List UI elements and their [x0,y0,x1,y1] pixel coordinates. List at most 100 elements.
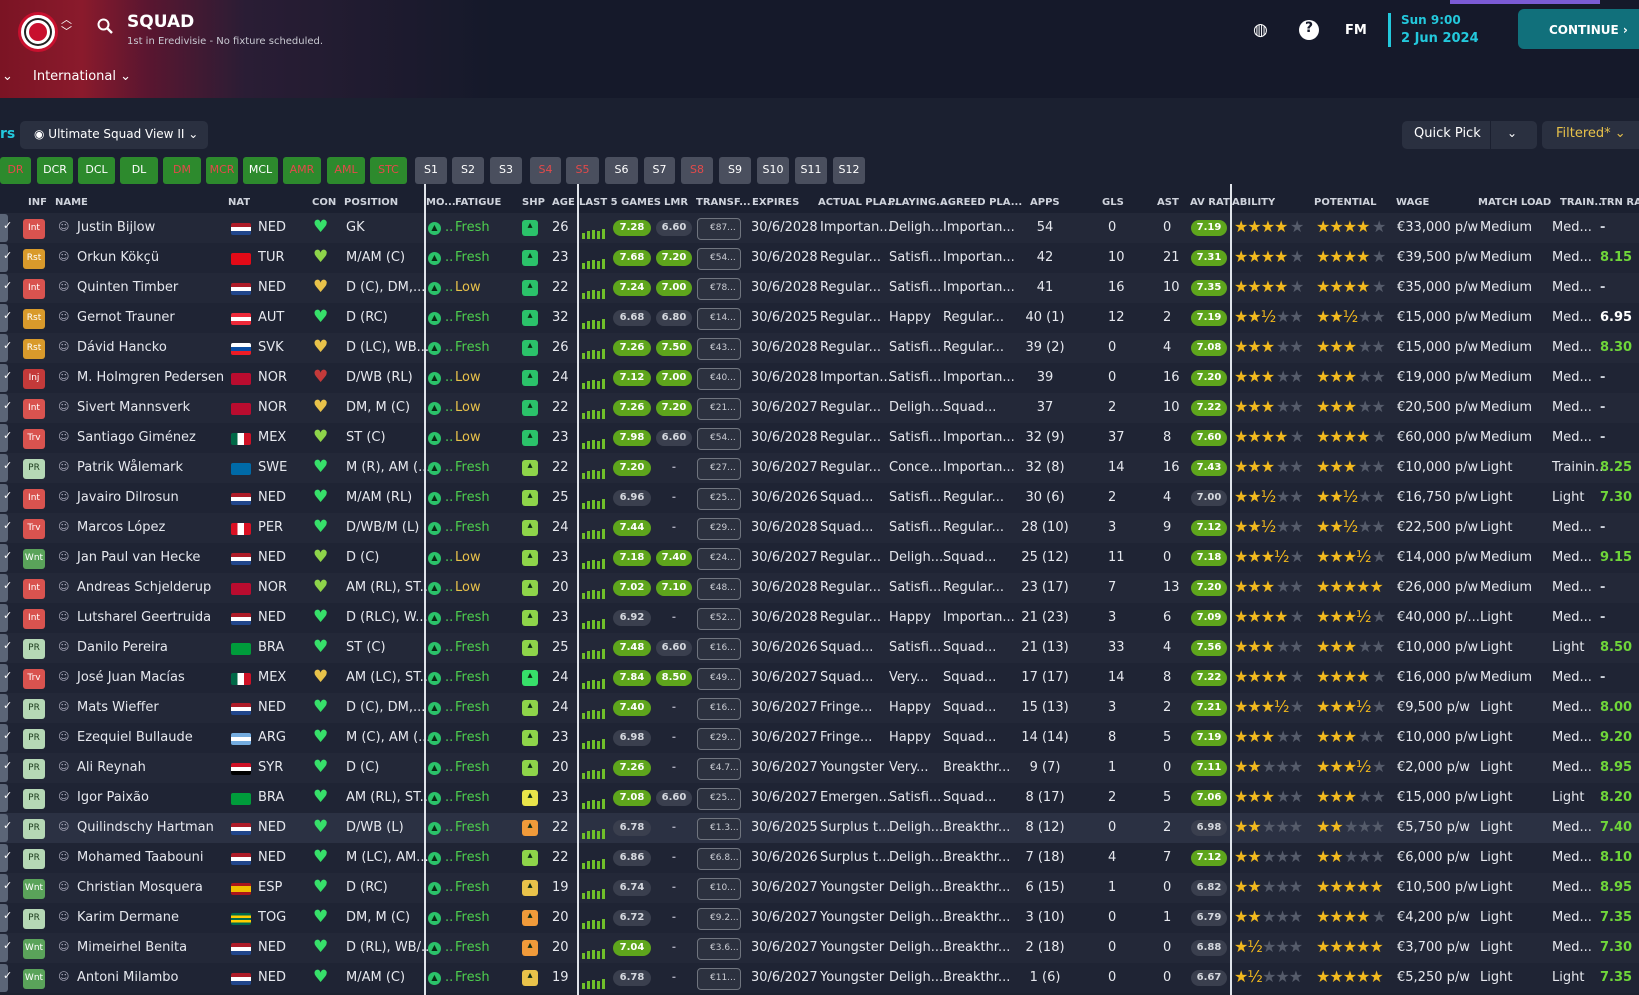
player-name[interactable]: Quilindschy Hartman [77,820,214,835]
table-row[interactable]: ✓ PR ☺ Ezequiel Bullaude ARG ♥ M (C), AM (... ▲… [0,723,1639,753]
transfer-value[interactable]: €9.2... [697,908,741,930]
nav-international[interactable]: International ⌄ [33,69,131,84]
position-button-dr[interactable]: DR [0,157,31,184]
position-button-s10[interactable]: S10 [757,157,789,184]
column-header-actual-pla[interactable]: ACTUAL PLA... [818,197,898,208]
player-name[interactable]: Jan Paul van Hecke [77,550,200,565]
player-name[interactable]: Santiago Giménez [77,430,196,445]
position-button-s1[interactable]: S1 [415,157,447,184]
column-header-position[interactable]: POSITION [344,197,398,208]
column-header-name[interactable]: NAME [55,197,88,208]
table-row[interactable]: ✓ Int ☺ Sivert Mannsverk NOR ♥ DM, M (C) ▲.. Low… [0,393,1639,423]
table-row[interactable]: ✓ Rst ☺ Dávid Hancko SVK ♥ D (LC), WB... ▲.. Fre… [0,333,1639,363]
player-name[interactable]: Ali Reynah [77,760,146,775]
transfer-value[interactable]: €25... [697,788,741,810]
position-button-amr[interactable]: AMR [283,157,321,184]
player-name[interactable]: Igor Paixão [77,790,149,805]
player-name[interactable]: Patrik Wålemark [77,460,183,475]
transfer-value[interactable]: €3.6... [697,938,741,960]
table-row[interactable]: ✓ Int ☺ Andreas Schjelderup NOR ♥ AM (RL), ST.… [0,573,1639,603]
column-header-shp[interactable]: SHP [522,197,545,208]
table-row[interactable]: ✓ PR ☺ Quilindschy Hartman NED ♥ D/WB (L) ▲.. Fr… [0,813,1639,843]
transfer-value[interactable]: €21... [697,398,741,420]
transfer-value[interactable]: €40... [697,368,741,390]
table-row[interactable]: ✓ PR ☺ Patrik Wålemark SWE ♥ M (R), AM (... ▲..… [0,453,1639,483]
player-name[interactable]: Gernot Trauner [77,310,175,325]
position-button-dcl[interactable]: DCL [78,157,115,184]
transfer-value[interactable]: €27... [697,458,741,480]
table-row[interactable]: ✓ Trv ☺ Santiago Giménez MEX ♥ ST (C) ▲.. Low ▴ 23… [0,423,1639,453]
player-name[interactable]: Christian Mosquera [77,880,203,895]
column-header-lmr[interactable]: LMR [664,197,688,208]
position-button-s9[interactable]: S9 [719,157,751,184]
column-header-gls[interactable]: GLS [1102,197,1124,208]
table-row[interactable]: ✓ PR ☺ Karim Dermane TOG ♥ DM, M (C) ▲.. Fresh ▴ 2… [0,903,1639,933]
position-button-mcr[interactable]: MCR [206,157,238,184]
player-name[interactable]: Sivert Mannsverk [77,400,190,415]
position-button-dcr[interactable]: DCR [37,157,73,184]
position-button-s2[interactable]: S2 [452,157,484,184]
table-row[interactable]: ✓ Wnt ☺ Mimeirhel Benita NED ♥ D (RL), WB/... ▲… [0,933,1639,963]
column-header-age[interactable]: AGE [552,197,575,208]
table-row[interactable]: ✓ Int ☺ Lutsharel Geertruida NED ♥ D (RLC), W.… [0,603,1639,633]
player-name[interactable]: Mimeirhel Benita [77,940,187,955]
column-header-ability[interactable]: ABILITY [1232,197,1275,208]
transfer-value[interactable]: €24... [697,548,741,570]
transfer-value[interactable]: €11... [697,968,741,990]
transfer-value[interactable]: €6.8... [697,848,741,870]
club-switch-icon[interactable]: ︿ ﹀ [61,14,72,38]
table-row[interactable]: ✓ Rst ☺ Orkun Kökçü TUR ♥ M/AM (C) ▲.. Fresh ▴ 23 7… [0,243,1639,273]
transfer-value[interactable]: €1.3... [697,818,741,840]
column-header-agreed-pla[interactable]: AGREED PLA... [940,197,1022,208]
table-row[interactable]: ✓ Int ☺ Quinten Timber NED ♥ D (C), DM,... ▲.. L… [0,273,1639,303]
transfer-value[interactable]: €48... [697,578,741,600]
position-button-dl[interactable]: DL [120,157,158,184]
table-row[interactable]: ✓ Wnt ☺ Jan Paul van Hecke NED ♥ D (C) ▲.. Low ▴ 2… [0,543,1639,573]
transfer-value[interactable]: €14... [697,308,741,330]
player-name[interactable]: Javairo Dilrosun [77,490,179,505]
player-name[interactable]: Mats Wieffer [77,700,159,715]
column-header-trn-rat[interactable]: TRN RAT [1600,197,1639,208]
player-name[interactable]: Quinten Timber [77,280,178,295]
help-icon[interactable]: ? [1299,20,1319,40]
transfer-value[interactable]: €29... [697,728,741,750]
table-row[interactable]: ✓ PR ☺ Mohamed Taabouni NED ♥ M (LC), AM... ▲..… [0,843,1639,873]
player-name[interactable]: Lutsharel Geertruida [77,610,211,625]
column-header-apps[interactable]: APPS [1030,197,1060,208]
position-button-mcl[interactable]: MCL [243,157,278,184]
transfer-value[interactable]: €78... [697,278,741,300]
transfer-value[interactable]: €4.7... [697,758,741,780]
table-row[interactable]: ✓ Wnt ☺ Christian Mosquera ESP ♥ D (RC) ▲.. Fres… [0,873,1639,903]
globe-icon[interactable]: ◍ [1253,20,1268,40]
transfer-value[interactable]: €49... [697,668,741,690]
player-name[interactable]: Karim Dermane [77,910,179,925]
column-header-inf[interactable]: INF [28,197,47,208]
transfer-value[interactable]: €54... [697,248,741,270]
player-name[interactable]: Andreas Schjelderup [77,580,211,595]
table-row[interactable]: ✓ PR ☺ Ali Reynah SYR ♥ D (C) ▲.. Fresh ▴ 20 7.26- €… [0,753,1639,783]
column-header-av-rat[interactable]: AV RAT [1190,197,1230,208]
search-icon[interactable] [97,18,113,34]
player-name[interactable]: Marcos López [77,520,165,535]
player-name[interactable]: Orkun Kökçü [77,250,159,265]
column-header-potential[interactable]: POTENTIAL [1314,197,1377,208]
position-button-stc[interactable]: STC [370,157,407,184]
club-badge[interactable] [18,12,58,52]
table-row[interactable]: ✓ Int ☺ Javairo Dilrosun NED ♥ M/AM (RL) ▲.. Fre… [0,483,1639,513]
continue-button[interactable]: CONTINUE › [1518,9,1639,49]
transfer-value[interactable]: €52... [697,608,741,630]
player-name[interactable]: Dávid Hancko [77,340,167,355]
table-row[interactable]: ✓ PR ☺ Mats Wieffer NED ♥ D (C), DM,... ▲.. Fres… [0,693,1639,723]
position-button-s7[interactable]: S7 [644,157,675,184]
column-header-last-5-games[interactable]: LAST 5 GAMES [579,197,661,208]
table-row[interactable]: ✓ Trv ☺ José Juan Macías MEX ♥ AM (LC), ST... ▲… [0,663,1639,693]
column-header-playing[interactable]: PLAYING... [888,197,947,208]
position-button-s3[interactable]: S3 [490,157,522,184]
position-button-dm[interactable]: DM [163,157,201,184]
player-name[interactable]: M. Holmgren Pedersen [77,370,224,385]
column-header-expires[interactable]: EXPIRES [752,197,799,208]
player-name[interactable]: Justin Bijlow [77,220,155,235]
column-header-transf[interactable]: TRANSF... [696,197,751,208]
view-selector[interactable]: ◉ Ultimate Squad View II ⌄ [20,121,208,149]
player-name[interactable]: Ezequiel Bullaude [77,730,193,745]
